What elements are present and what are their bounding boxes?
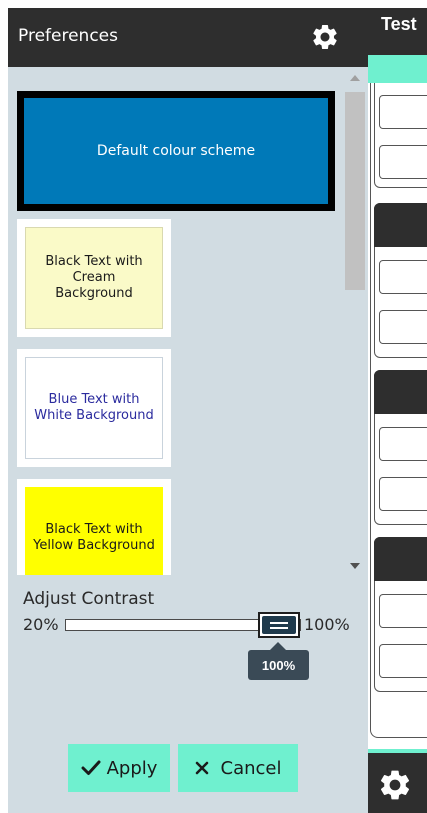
scheme-option-label: Blue Text with White Background xyxy=(25,357,163,459)
scheme-option-cream[interactable]: Black Text with Cream Background xyxy=(17,219,171,337)
background-page-accent-bar xyxy=(368,55,427,83)
background-field xyxy=(379,427,427,461)
background-card xyxy=(374,537,427,692)
close-icon xyxy=(195,761,208,775)
scheme-option-label: Default colour scheme xyxy=(24,98,328,204)
scheme-option-blue-white[interactable]: Blue Text with White Background xyxy=(17,349,171,467)
cancel-button[interactable]: Cancel xyxy=(178,744,298,792)
background-card-header xyxy=(374,370,427,414)
background-field xyxy=(379,145,427,179)
background-field xyxy=(379,95,427,129)
gear-icon[interactable] xyxy=(377,767,413,803)
background-card-header xyxy=(374,203,427,247)
background-field xyxy=(379,594,427,628)
gear-icon[interactable] xyxy=(310,22,340,52)
contrast-max-label: 100% xyxy=(304,615,350,634)
scheme-list-scrollbar[interactable] xyxy=(342,67,368,575)
background-field xyxy=(379,644,427,678)
check-icon xyxy=(81,760,101,775)
scroll-up-arrow-icon[interactable] xyxy=(350,75,360,81)
preferences-header: Preferences xyxy=(8,8,368,67)
contrast-slider-handle[interactable] xyxy=(258,612,300,638)
contrast-min-label: 20% xyxy=(23,615,59,634)
cancel-button-label: Cancel xyxy=(220,757,282,779)
background-page-title: Test xyxy=(381,14,417,34)
apply-button[interactable]: Apply xyxy=(68,744,170,792)
grip-icon xyxy=(262,616,296,634)
background-page: Test xyxy=(368,8,427,813)
preferences-title: Preferences xyxy=(18,26,118,46)
scheme-option-yellow[interactable]: Black Text with Yellow Background xyxy=(17,479,171,575)
background-field xyxy=(379,477,427,511)
contrast-value-tooltip: 100% xyxy=(248,642,309,680)
scheme-option-label: Black Text with Yellow Background xyxy=(25,487,163,575)
background-card xyxy=(374,83,427,188)
background-field xyxy=(379,310,427,344)
apply-button-label: Apply xyxy=(106,757,158,779)
scheme-option-label: Black Text with Cream Background xyxy=(25,227,163,329)
background-field xyxy=(379,260,427,294)
scroll-down-arrow-icon[interactable] xyxy=(350,563,360,569)
scheme-option-default[interactable]: Default colour scheme xyxy=(17,91,335,211)
background-card-header xyxy=(374,537,427,581)
preferences-panel: Preferences Default colour scheme Black … xyxy=(8,8,368,813)
adjust-contrast-label: Adjust Contrast xyxy=(23,589,155,609)
background-card xyxy=(374,370,427,525)
colour-scheme-list: Default colour scheme Black Text with Cr… xyxy=(8,67,368,575)
scrollbar-thumb[interactable] xyxy=(345,92,365,290)
background-card xyxy=(374,203,427,358)
background-page-header: Test xyxy=(368,8,427,55)
